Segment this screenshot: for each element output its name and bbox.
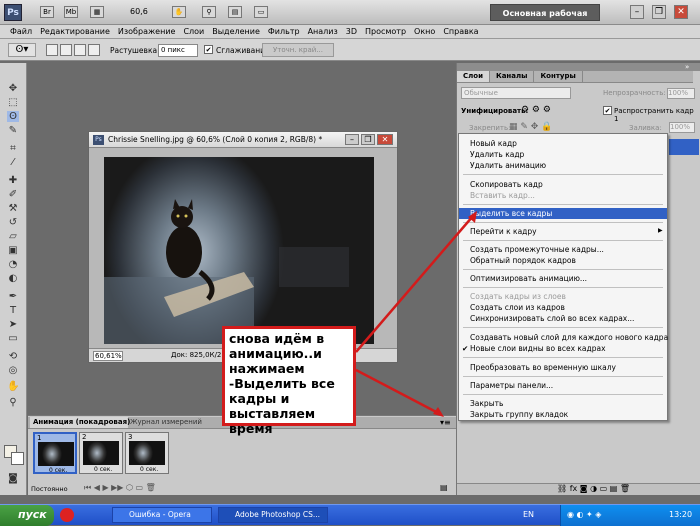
annotation-arrows (355, 211, 477, 417)
opera-quicklaunch-icon[interactable] (60, 508, 74, 522)
start-button[interactable]: пуск (0, 505, 54, 526)
system-tray: EN ◉ ◐ ✦ ◈ 13:20 (523, 505, 700, 526)
taskbar-task-opera[interactable]: Ошибка - Opera (112, 507, 212, 523)
taskbar-task-photoshop[interactable]: Adobe Photoshop CS... (218, 507, 328, 523)
clock: 13:20 (669, 510, 693, 519)
language-indicator[interactable]: EN (523, 510, 534, 519)
windows-taskbar: пуск Ошибка - Opera Adobe Photoshop CS..… (0, 504, 700, 526)
tray-icons[interactable]: ◉ ◐ ✦ ◈ (567, 510, 601, 519)
